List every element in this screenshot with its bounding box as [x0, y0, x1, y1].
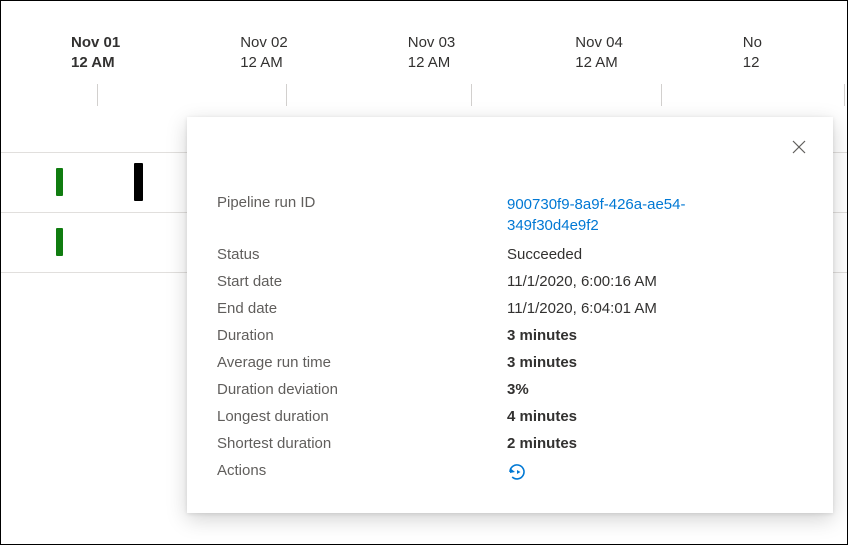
- rerun-button[interactable]: [507, 462, 527, 482]
- date-label: Nov 03: [408, 33, 456, 53]
- label: End date: [217, 300, 507, 317]
- timeline-date-nov03: Nov 03 12 AM: [408, 33, 456, 74]
- timeline-tick: [844, 84, 845, 106]
- label: Start date: [217, 273, 507, 290]
- row-average-run-time: Average run time 3 minutes: [217, 349, 803, 376]
- duration-value: 3 minutes: [507, 327, 803, 344]
- label: Shortest duration: [217, 435, 507, 452]
- label: Longest duration: [217, 408, 507, 425]
- timeline-tick: [661, 84, 662, 106]
- date-label: Nov 04: [575, 33, 623, 53]
- label: Duration deviation: [217, 381, 507, 398]
- run-details-tooltip: Pipeline run ID 900730f9-8a9f-426a-ae54-…: [187, 117, 833, 513]
- time-label: 12 AM: [408, 53, 456, 73]
- date-label: Nov 02: [240, 33, 288, 53]
- label: Status: [217, 246, 507, 263]
- label: Duration: [217, 327, 507, 344]
- timeline-tick: [97, 84, 98, 106]
- end-date-value: 11/1/2020, 6:04:01 AM: [507, 300, 803, 317]
- row-duration: Duration 3 minutes: [217, 322, 803, 349]
- date-label: Nov 01: [71, 33, 120, 53]
- row-pipeline-run-id: Pipeline run ID 900730f9-8a9f-426a-ae54-…: [217, 189, 803, 241]
- shortest-duration-value: 2 minutes: [507, 435, 803, 452]
- close-button[interactable]: [787, 135, 811, 159]
- row-longest-duration: Longest duration 4 minutes: [217, 403, 803, 430]
- close-icon: [791, 139, 807, 155]
- pipeline-run-id-link[interactable]: 900730f9-8a9f-426a-ae54-349f30d4e9f2: [507, 194, 747, 236]
- average-run-time-value: 3 minutes: [507, 354, 803, 371]
- timeline-tick: [286, 84, 287, 106]
- timeline-date-nov04: Nov 04 12 AM: [575, 33, 623, 74]
- label: Average run time: [217, 354, 507, 371]
- duration-deviation-value: 3%: [507, 381, 803, 398]
- row-duration-deviation: Duration deviation 3%: [217, 376, 803, 403]
- label: Actions: [217, 462, 507, 486]
- time-label: 12 AM: [240, 53, 288, 73]
- time-label: 12 AM: [575, 53, 623, 73]
- timeline-tick: [471, 84, 472, 106]
- status-value: Succeeded: [507, 246, 803, 263]
- time-label: 12 AM: [71, 53, 120, 73]
- date-label: No: [743, 33, 762, 53]
- timeline-date-nov01: Nov 01 12 AM: [71, 33, 120, 74]
- detail-table: Pipeline run ID 900730f9-8a9f-426a-ae54-…: [217, 189, 803, 491]
- row-status: Status Succeeded: [217, 241, 803, 268]
- row-start-date: Start date 11/1/2020, 6:00:16 AM: [217, 268, 803, 295]
- timeline-date-nov02: Nov 02 12 AM: [240, 33, 288, 74]
- row-end-date: End date 11/1/2020, 6:04:01 AM: [217, 295, 803, 322]
- timeline-date-nov05: No 12: [743, 33, 762, 74]
- longest-duration-value: 4 minutes: [507, 408, 803, 425]
- rerun-icon: [507, 462, 527, 482]
- start-date-value: 11/1/2020, 6:00:16 AM: [507, 273, 803, 290]
- label: Pipeline run ID: [217, 194, 507, 236]
- pipeline-run-bar-selected[interactable]: [134, 163, 143, 201]
- row-shortest-duration: Shortest duration 2 minutes: [217, 430, 803, 457]
- time-label: 12: [743, 53, 762, 73]
- pipeline-run-bar[interactable]: [56, 228, 63, 256]
- timeline-header: Nov 01 12 AM Nov 02 12 AM Nov 03 12 AM N…: [1, 1, 847, 74]
- row-actions: Actions: [217, 457, 803, 491]
- pipeline-run-bar[interactable]: [56, 168, 63, 196]
